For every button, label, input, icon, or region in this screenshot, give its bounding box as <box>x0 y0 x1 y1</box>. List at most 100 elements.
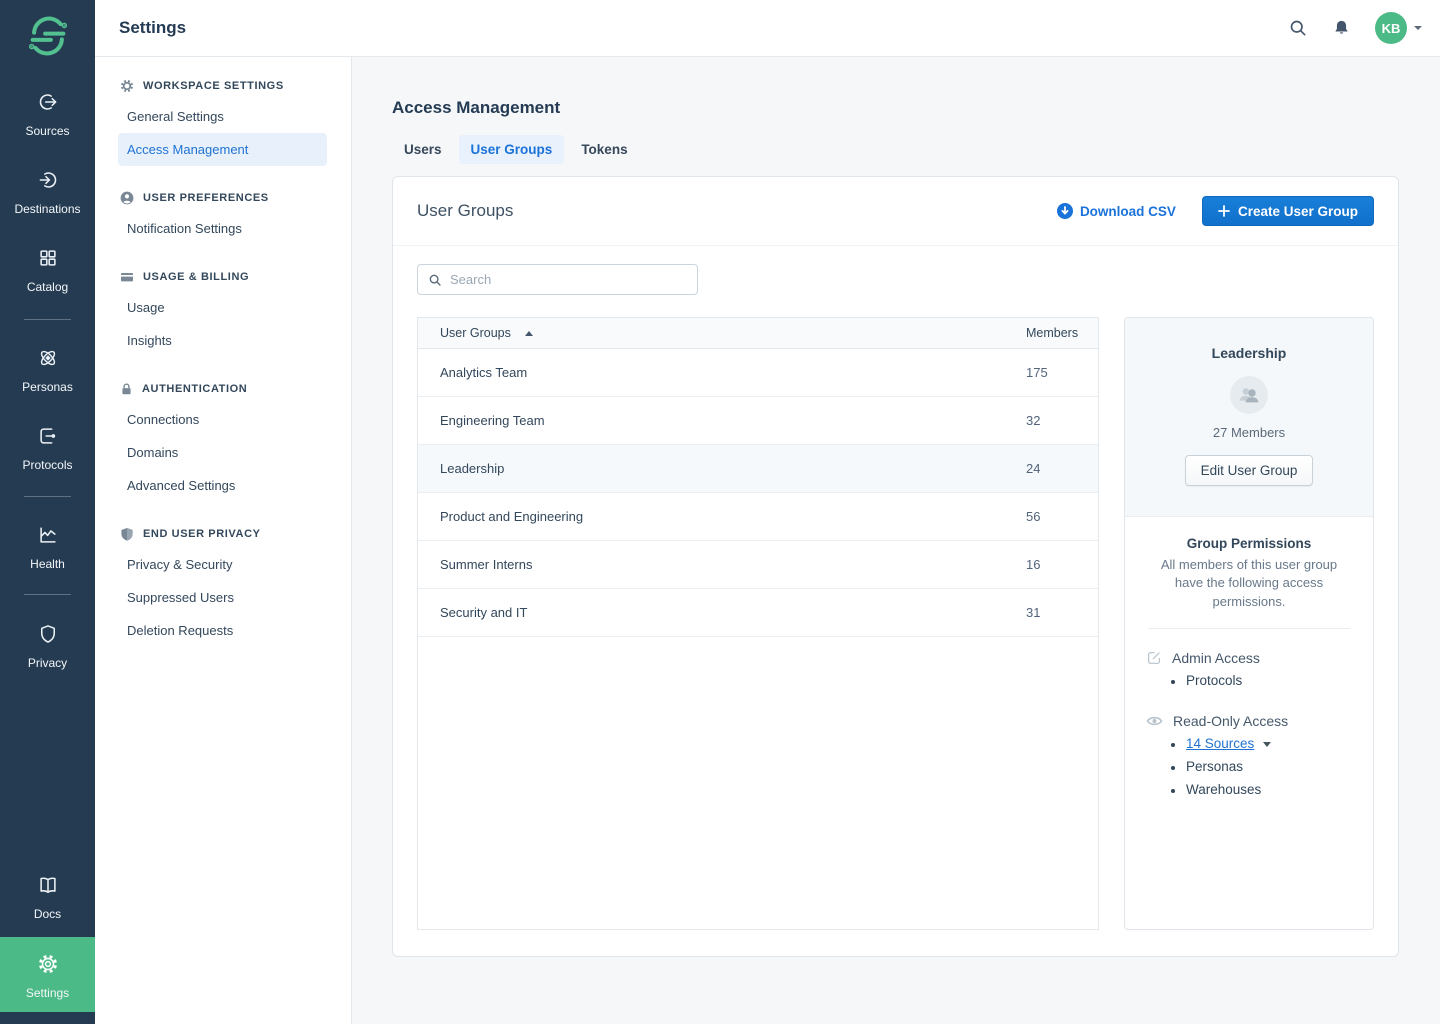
nav-item-access-management[interactable]: Access Management <box>118 133 327 166</box>
tab-tokens[interactable]: Tokens <box>569 135 639 164</box>
bell-icon[interactable] <box>1332 18 1351 38</box>
group-members: 32 <box>1026 413 1098 428</box>
personas-icon <box>37 347 59 369</box>
search-icon[interactable] <box>1288 18 1308 38</box>
group-permissions: Group Permissions All members of this us… <box>1125 517 1373 820</box>
lock-icon <box>120 382 133 396</box>
section-title: END USER PRIVACY <box>143 528 261 540</box>
section-header: END USER PRIVACY <box>95 527 351 541</box>
column-header-user-groups[interactable]: User Groups <box>418 326 1026 340</box>
section-header: WORKSPACE SETTINGS <box>95 79 351 93</box>
people-icon <box>1238 386 1260 404</box>
nav-item-domains[interactable]: Domains <box>95 436 351 469</box>
sidebar-item-protocols[interactable]: Protocols <box>0 425 95 472</box>
eye-icon <box>1146 714 1163 728</box>
caret-down-icon[interactable] <box>1263 742 1271 747</box>
section-title: USAGE & BILLING <box>143 271 249 283</box>
table-row-selected[interactable]: Leadership 24 <box>418 445 1098 493</box>
permission-item: Protocols <box>1170 669 1352 692</box>
sidebar-divider <box>24 496 71 497</box>
group-member-count: 27 Members <box>1125 425 1373 440</box>
group-members: 56 <box>1026 509 1098 524</box>
tab-bar: Users User Groups Tokens <box>392 135 1399 164</box>
group-name: Security and IT <box>418 605 1026 620</box>
section-title: USER PREFERENCES <box>143 192 269 204</box>
nav-section-end-user-privacy: END USER PRIVACY Privacy & Security Supp… <box>95 527 351 647</box>
sidebar-item-personas[interactable]: Personas <box>0 347 95 394</box>
shield-icon <box>37 623 59 645</box>
sidebar-item-settings[interactable]: Settings <box>0 937 95 1012</box>
nav-section-user-preferences: USER PREFERENCES Notification Settings <box>95 191 351 245</box>
sidebar-item-label: Catalog <box>0 280 95 294</box>
permission-group-label: Read-Only Access <box>1173 713 1288 729</box>
nav-item-notification-settings[interactable]: Notification Settings <box>95 212 351 245</box>
nav-section-workspace-settings: WORKSPACE SETTINGS General Settings Acce… <box>95 79 351 166</box>
nav-item-suppressed-users[interactable]: Suppressed Users <box>95 581 351 614</box>
topbar-actions: KB <box>1288 12 1422 44</box>
segment-logo[interactable] <box>0 13 95 64</box>
sidebar-item-label: Sources <box>0 124 95 138</box>
create-user-group-label: Create User Group <box>1238 204 1358 219</box>
app-window: Sources Destinations Catalog Personas <box>0 0 1440 1024</box>
chevron-down-icon <box>1414 26 1422 30</box>
permission-group-read-only: Read-Only Access 14 Sources Personas War… <box>1146 713 1352 801</box>
nav-item-connections[interactable]: Connections <box>95 403 351 436</box>
download-icon <box>1057 203 1073 219</box>
table-row[interactable]: Product and Engineering 56 <box>418 493 1098 541</box>
sidebar-item-health[interactable]: Health <box>0 524 95 571</box>
sidebar-divider <box>24 594 71 595</box>
group-name: Analytics Team <box>418 365 1026 380</box>
user-groups-card: User Groups Download CSV <box>392 176 1399 957</box>
nav-item-general-settings[interactable]: General Settings <box>95 100 351 133</box>
nav-section-usage-billing: USAGE & BILLING Usage Insights <box>95 270 351 357</box>
nav-item-advanced-settings[interactable]: Advanced Settings <box>95 469 351 502</box>
sidebar-item-docs[interactable]: Docs <box>0 874 95 921</box>
settings-sidebar: WORKSPACE SETTINGS General Settings Acce… <box>95 57 352 1024</box>
nav-item-deletion-requests[interactable]: Deletion Requests <box>95 614 351 647</box>
credit-card-icon <box>120 270 134 284</box>
create-user-group-button[interactable]: Create User Group <box>1202 196 1374 226</box>
nav-item-privacy-security[interactable]: Privacy & Security <box>95 548 351 581</box>
edit-icon <box>1146 650 1162 666</box>
search-icon <box>428 273 442 287</box>
avatar[interactable]: KB <box>1375 12 1407 44</box>
nav-section-authentication: AUTHENTICATION Connections Domains Advan… <box>95 382 351 502</box>
search-box <box>417 264 698 295</box>
card-body: User Groups Members Analytics Team 175 E… <box>393 246 1398 930</box>
table-row[interactable]: Summer Interns 16 <box>418 541 1098 589</box>
protocols-icon <box>37 425 59 447</box>
group-members: 175 <box>1026 365 1098 380</box>
tab-user-groups[interactable]: User Groups <box>459 135 565 164</box>
download-csv-label: Download CSV <box>1080 204 1176 219</box>
nav-item-usage[interactable]: Usage <box>95 291 351 324</box>
table-row[interactable]: Analytics Team 175 <box>418 349 1098 397</box>
divider <box>1148 628 1350 629</box>
section-header: USER PREFERENCES <box>95 191 351 205</box>
sources-link[interactable]: 14 Sources <box>1186 736 1254 751</box>
user-menu[interactable]: KB <box>1375 12 1422 44</box>
permission-item-sources: 14 Sources <box>1170 732 1352 755</box>
sort-ascending-icon <box>525 331 533 336</box>
permission-group-header: Read-Only Access <box>1146 713 1352 729</box>
download-csv-button[interactable]: Download CSV <box>1057 203 1176 219</box>
tab-users[interactable]: Users <box>392 135 454 164</box>
page-header-title: Settings <box>119 18 186 38</box>
table-header-row: User Groups Members <box>418 318 1098 349</box>
sidebar-item-privacy[interactable]: Privacy <box>0 623 95 670</box>
table-row[interactable]: Security and IT 31 <box>418 589 1098 637</box>
user-groups-table: User Groups Members Analytics Team 175 E… <box>417 317 1099 930</box>
search-input[interactable] <box>450 272 687 287</box>
sidebar-item-sources[interactable]: Sources <box>0 91 95 138</box>
nav-item-insights[interactable]: Insights <box>95 324 351 357</box>
permission-item: Personas <box>1170 755 1352 778</box>
book-icon <box>37 874 59 896</box>
sidebar-item-catalog[interactable]: Catalog <box>0 247 95 294</box>
shield-icon <box>120 527 134 541</box>
edit-user-group-button[interactable]: Edit User Group <box>1185 455 1314 486</box>
section-header: AUTHENTICATION <box>95 382 351 396</box>
settings-gear-icon <box>37 953 59 975</box>
sidebar-item-label: Docs <box>0 907 95 921</box>
group-summary: Leadership 27 Members Edit User Group <box>1125 318 1373 517</box>
table-row[interactable]: Engineering Team 32 <box>418 397 1098 445</box>
sidebar-item-destinations[interactable]: Destinations <box>0 169 95 216</box>
